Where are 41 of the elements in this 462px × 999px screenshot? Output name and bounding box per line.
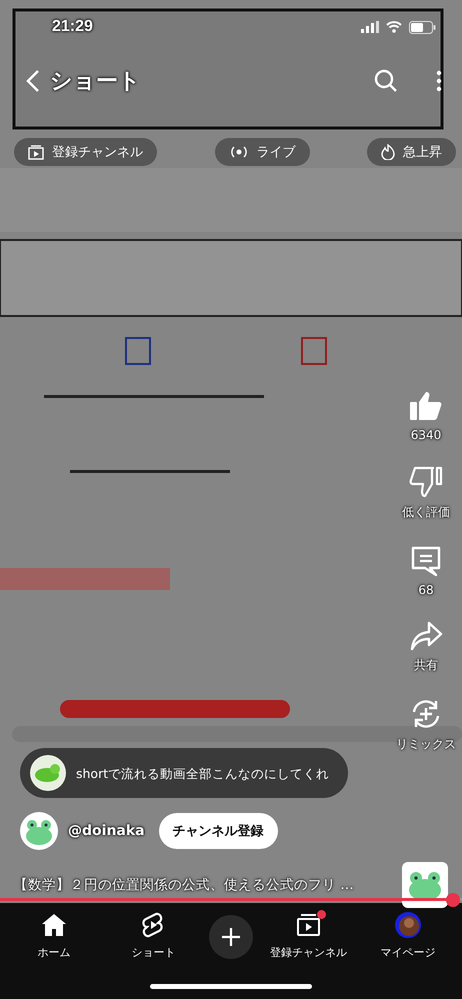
channel-handle[interactable]: @doinaka bbox=[68, 823, 145, 839]
nav-item[interactable]: 登録チャンネル bbox=[264, 911, 353, 960]
plus-icon bbox=[220, 927, 241, 947]
sound-thumbnail[interactable] bbox=[402, 862, 448, 908]
action-button[interactable]: 68 bbox=[410, 545, 442, 597]
tab[interactable]: 登録チャンネル bbox=[14, 138, 157, 166]
signal-icon bbox=[361, 21, 379, 33]
comment-text: shortで流れる動画全部こんなのにしてくれ bbox=[76, 764, 330, 782]
avatar-icon bbox=[394, 911, 422, 939]
flame-icon bbox=[381, 144, 395, 160]
more-icon[interactable] bbox=[436, 70, 442, 92]
nav-item[interactable]: マイページ bbox=[364, 911, 452, 960]
home-icon bbox=[40, 913, 67, 937]
live-icon bbox=[228, 145, 248, 159]
thumbs-up-icon bbox=[409, 390, 443, 422]
comment-icon bbox=[410, 545, 442, 577]
action-button[interactable]: リミックス bbox=[396, 698, 456, 753]
tab[interactable]: 急上昇 bbox=[367, 138, 456, 166]
status-time: 21:29 bbox=[52, 18, 93, 36]
action-button[interactable]: 6340 bbox=[409, 390, 443, 442]
wifi-icon bbox=[386, 21, 402, 33]
subscribe-button[interactable]: チャンネル登録 bbox=[158, 813, 278, 849]
create-button[interactable] bbox=[208, 915, 253, 959]
subscriptions-icon bbox=[28, 144, 44, 160]
comment-bubble[interactable]: shortで流れる動画全部こんなのにしてくれ bbox=[20, 748, 348, 798]
nav-item[interactable]: ホーム bbox=[10, 911, 98, 960]
back-icon[interactable] bbox=[26, 69, 40, 93]
shorts-icon bbox=[142, 912, 164, 938]
tab[interactable]: ライブ bbox=[214, 138, 310, 166]
share-icon bbox=[409, 621, 443, 651]
nav-item[interactable]: ショート bbox=[109, 911, 198, 960]
avatar-icon bbox=[30, 755, 66, 791]
battery-icon bbox=[409, 20, 436, 34]
action-button[interactable]: 共有 bbox=[409, 621, 443, 674]
channel-avatar[interactable] bbox=[20, 812, 58, 850]
action-button[interactable]: 低く評価 bbox=[402, 466, 450, 521]
video-title[interactable]: 【数学】２円の位置関係の公式、使える公式のフリ … bbox=[14, 876, 354, 894]
subscriptions-icon bbox=[296, 913, 322, 937]
page-title: ショート bbox=[50, 68, 141, 96]
thumbs-down-icon bbox=[409, 466, 443, 498]
search-icon[interactable] bbox=[374, 69, 398, 93]
